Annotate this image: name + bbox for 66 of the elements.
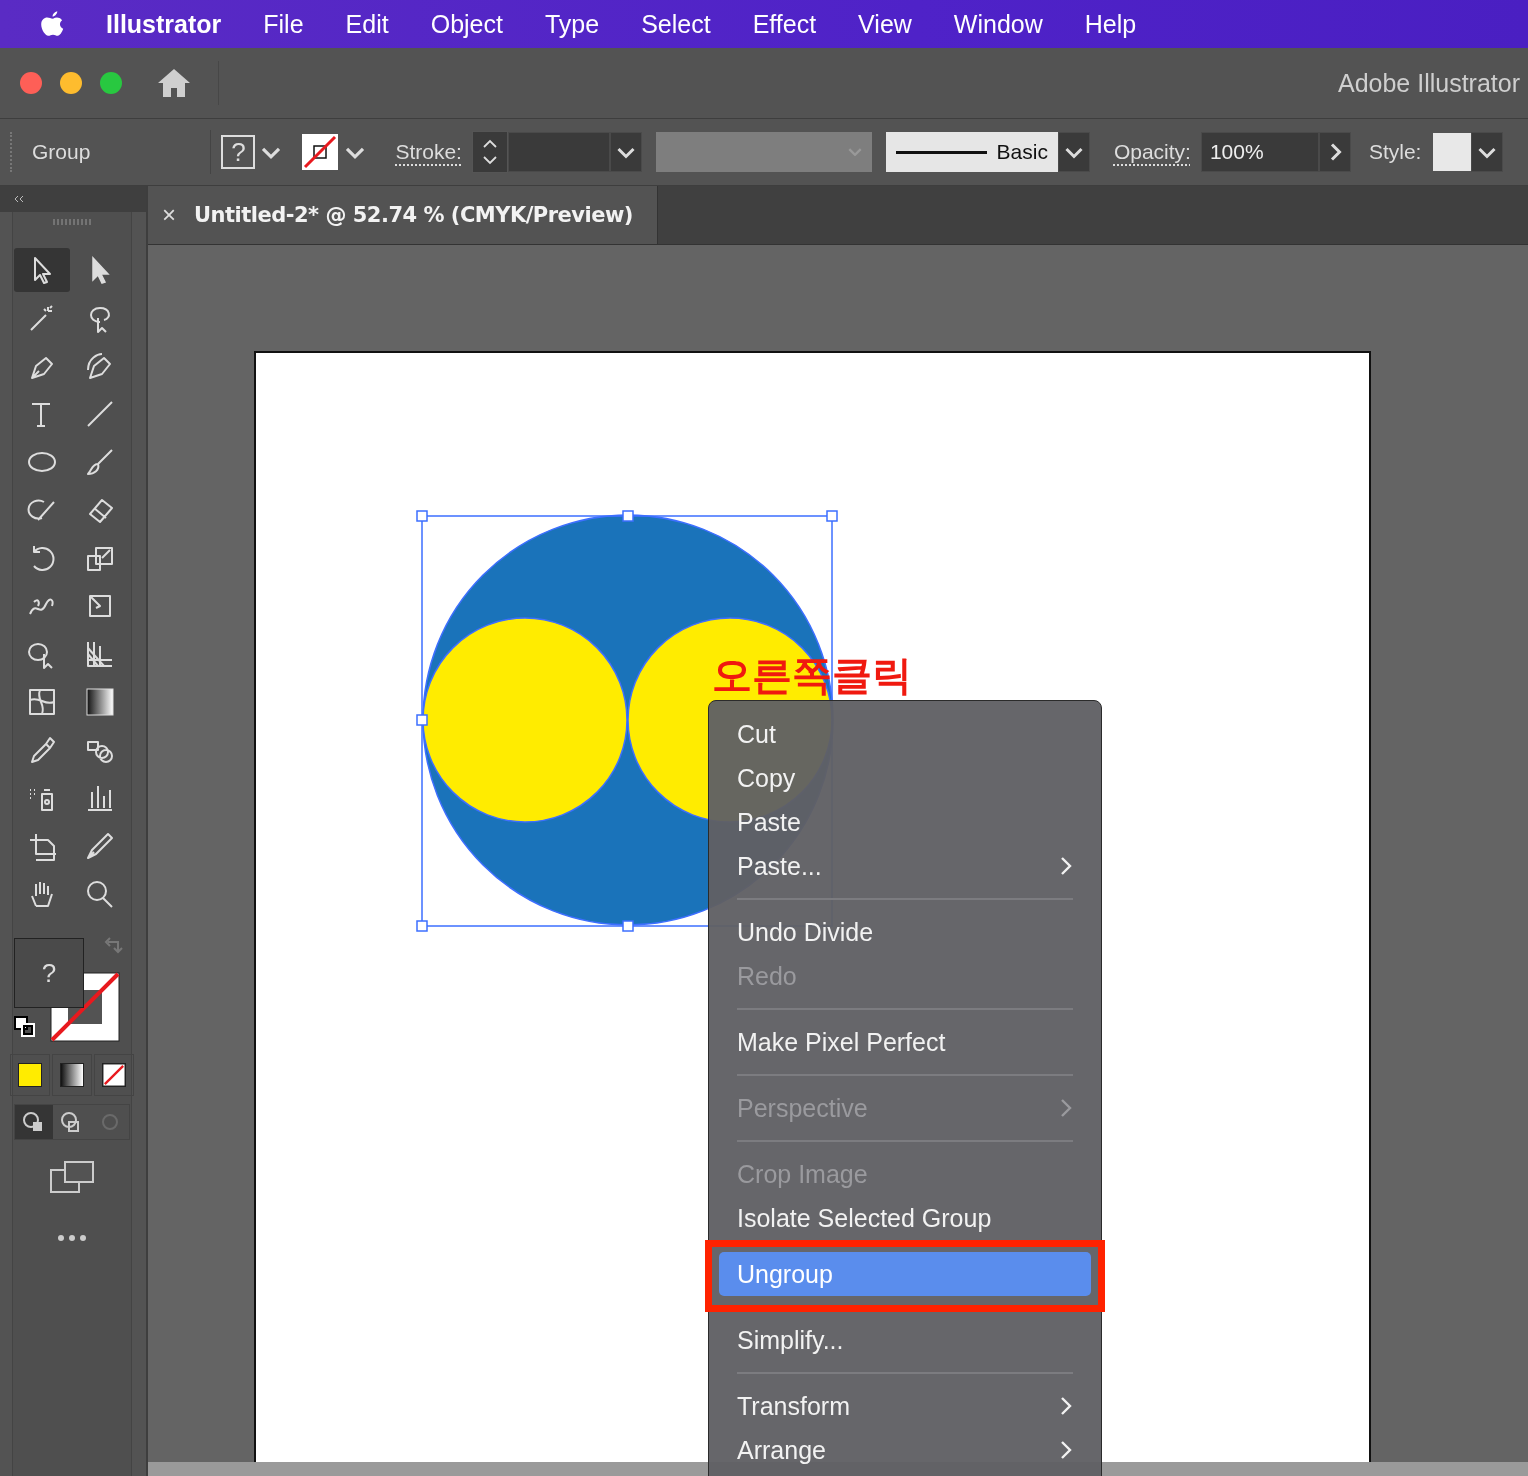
opacity-label[interactable]: Opacity: (1113, 140, 1191, 164)
menu-item[interactable]: Object (409, 9, 524, 39)
context-menu-item[interactable]: Arrange (719, 1428, 1091, 1472)
chevron-right-icon[interactable] (1318, 132, 1351, 172)
document-title: Untitled-2* @ 52.74 % (CMYK/Preview) (194, 203, 633, 227)
context-menu-item[interactable]: Undo Divide (719, 910, 1091, 954)
menu-item[interactable]: Window (932, 9, 1064, 39)
color-swatch[interactable] (18, 1063, 42, 1087)
zoom-window-button[interactable] (100, 72, 122, 94)
fill-swatch[interactable]: ? (14, 938, 84, 1008)
paintbrush-icon (84, 446, 116, 478)
gradient-swatch[interactable] (60, 1063, 84, 1087)
more-icon[interactable] (57, 1234, 87, 1242)
menu-item[interactable]: View (837, 9, 933, 39)
selection-type-label: Group (32, 140, 91, 164)
chevron-right-icon (1059, 855, 1073, 877)
menu-item[interactable]: Edit (324, 9, 410, 39)
context-menu-item[interactable]: Copy (719, 756, 1091, 800)
context-menu-item[interactable]: Paste... (719, 844, 1091, 888)
context-menu-item[interactable]: Simplify... (719, 1318, 1091, 1362)
draw-normal-icon[interactable] (15, 1105, 53, 1139)
context-menu-item[interactable]: Isolate Selected Group (719, 1196, 1091, 1240)
context-menu-item[interactable]: Cut (719, 712, 1091, 756)
chevron-right-icon (1059, 1097, 1073, 1119)
screen-mode-icon[interactable] (49, 1160, 95, 1194)
default-colors-icon[interactable] (14, 1016, 36, 1038)
apple-icon[interactable] (40, 9, 66, 39)
close-window-button[interactable] (20, 72, 42, 94)
graphic-style-swatch[interactable] (1433, 133, 1472, 171)
menu-item[interactable]: Effect (731, 9, 838, 39)
chevron-down-icon[interactable] (609, 132, 642, 172)
stroke-profile-dropdown[interactable]: Basic (885, 132, 1058, 172)
stroke-swatch[interactable] (301, 133, 340, 171)
context-menu-item[interactable]: Transform (719, 1384, 1091, 1428)
small-circle[interactable] (422, 617, 628, 823)
fill-swatch[interactable]: ? (221, 135, 256, 169)
style-label: Style: (1368, 140, 1422, 164)
menu-item[interactable]: File (242, 9, 325, 39)
tool-button[interactable] (14, 248, 70, 292)
collapse-icon[interactable] (12, 195, 26, 203)
chevron-down-icon[interactable] (1057, 132, 1090, 172)
chevron-down-icon[interactable] (1471, 132, 1504, 172)
mesh-icon (26, 686, 58, 718)
slice-knife-icon (84, 830, 116, 862)
window-title: Adobe Illustrator (1337, 68, 1520, 98)
app-menu[interactable]: Illustrator (94, 9, 243, 39)
none-swatch[interactable] (102, 1063, 126, 1087)
document-tab[interactable]: × Untitled-2* @ 52.74 % (CMYK/Preview) (148, 186, 658, 244)
home-icon[interactable] (156, 67, 192, 99)
gradient-icon (84, 686, 116, 718)
opacity-field[interactable]: 100% (1200, 132, 1319, 172)
close-tab-button[interactable]: × (162, 201, 176, 229)
context-menu-item[interactable]: Paste (719, 800, 1091, 844)
stroke-weight-field[interactable] (507, 132, 610, 172)
context-menu-item[interactable]: Ungroup (719, 1252, 1091, 1296)
chevron-right-icon (1059, 1439, 1073, 1461)
panel-grip-icon[interactable] (52, 218, 92, 226)
menu-item[interactable]: Help (1063, 9, 1158, 39)
menu-item[interactable]: Select (620, 9, 732, 39)
chevron-right-icon (1059, 1395, 1073, 1417)
context-menu-item[interactable]: Make Pixel Perfect (719, 1020, 1091, 1064)
stroke-label[interactable]: Stroke: (395, 140, 462, 164)
menu-item[interactable]: Type (523, 9, 621, 39)
chevron-down-icon (847, 148, 862, 156)
minimize-window-button[interactable] (60, 72, 82, 94)
spinner-arrows-icon[interactable] (471, 131, 508, 173)
